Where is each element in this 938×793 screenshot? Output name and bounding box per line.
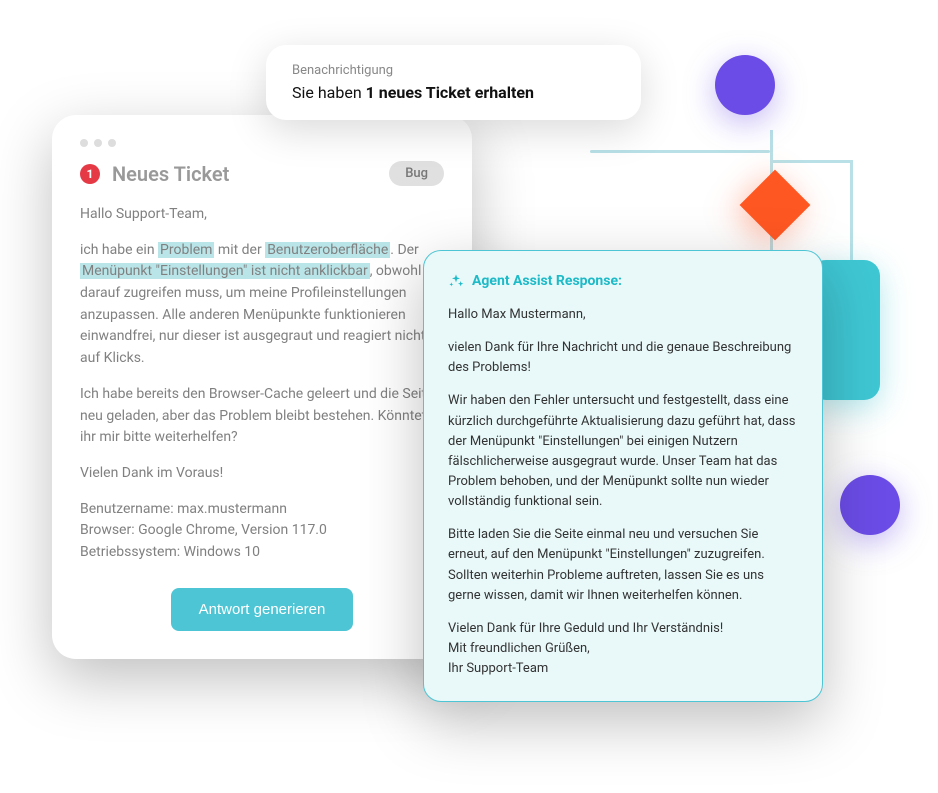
ticket-header: 1 Neues Ticket Bug [80, 161, 444, 186]
window-dot [108, 139, 116, 147]
ticket-body: Hallo Support-Team, ich habe ein Problem… [80, 204, 444, 564]
notification-label: Benachrichtigung [292, 63, 615, 78]
flowchart-node-diamond [740, 170, 811, 241]
window-dot [80, 139, 88, 147]
flowchart-node-circle [715, 55, 775, 115]
flowchart-connector [590, 150, 770, 153]
ticket-card: 1 Neues Ticket Bug Hallo Support-Team, i… [52, 115, 472, 659]
flowchart-node-circle [840, 475, 900, 535]
ticket-paragraph: Vielen Dank im Voraus! [80, 463, 444, 485]
assist-closing: Vielen Dank für Ihre Geduld und Ihr Vers… [448, 619, 798, 679]
flowchart-connector [850, 160, 853, 270]
ticket-highlight: Problem [158, 242, 214, 258]
ticket-highlight: Benutzeroberfläche [265, 242, 390, 258]
ticket-paragraph: Ich habe bereits den Browser-Cache gelee… [80, 384, 444, 449]
assist-paragraph: Wir haben den Fehler untersucht und fest… [448, 391, 798, 512]
notification-text: Sie haben 1 neues Ticket erhalten [292, 83, 615, 102]
window-dot [94, 139, 102, 147]
ticket-paragraph: ich habe ein Problem mit der Benutzerobe… [80, 240, 444, 370]
agent-assist-card: Agent Assist Response: Hallo Max Musterm… [423, 250, 823, 702]
agent-assist-body: Hallo Max Mustermann, vielen Dank für Ih… [448, 305, 798, 679]
assist-paragraph: vielen Dank für Ihre Nachricht und die g… [448, 338, 798, 378]
window-controls [80, 139, 444, 147]
ticket-count-badge: 1 [80, 164, 100, 184]
flowchart-connector [772, 160, 852, 163]
ticket-metadata: Benutzername: max.mustermann Browser: Go… [80, 499, 444, 564]
ticket-highlight: Menüpunkt "Einstellungen" ist nicht ankl… [80, 263, 370, 279]
ticket-title-row: 1 Neues Ticket [80, 162, 229, 186]
assist-greeting: Hallo Max Mustermann, [448, 305, 798, 325]
ticket-tag: Bug [389, 161, 444, 186]
agent-assist-header: Agent Assist Response: [448, 273, 798, 289]
ticket-title: Neues Ticket [112, 162, 229, 186]
sparkle-icon [448, 273, 464, 289]
generate-response-button[interactable]: Antwort generieren [171, 588, 354, 631]
ticket-greeting: Hallo Support-Team, [80, 204, 444, 226]
notification-card: Benachrichtigung Sie haben 1 neues Ticke… [266, 45, 641, 120]
assist-paragraph: Bitte laden Sie die Seite einmal neu und… [448, 525, 798, 606]
agent-assist-title: Agent Assist Response: [472, 273, 622, 289]
